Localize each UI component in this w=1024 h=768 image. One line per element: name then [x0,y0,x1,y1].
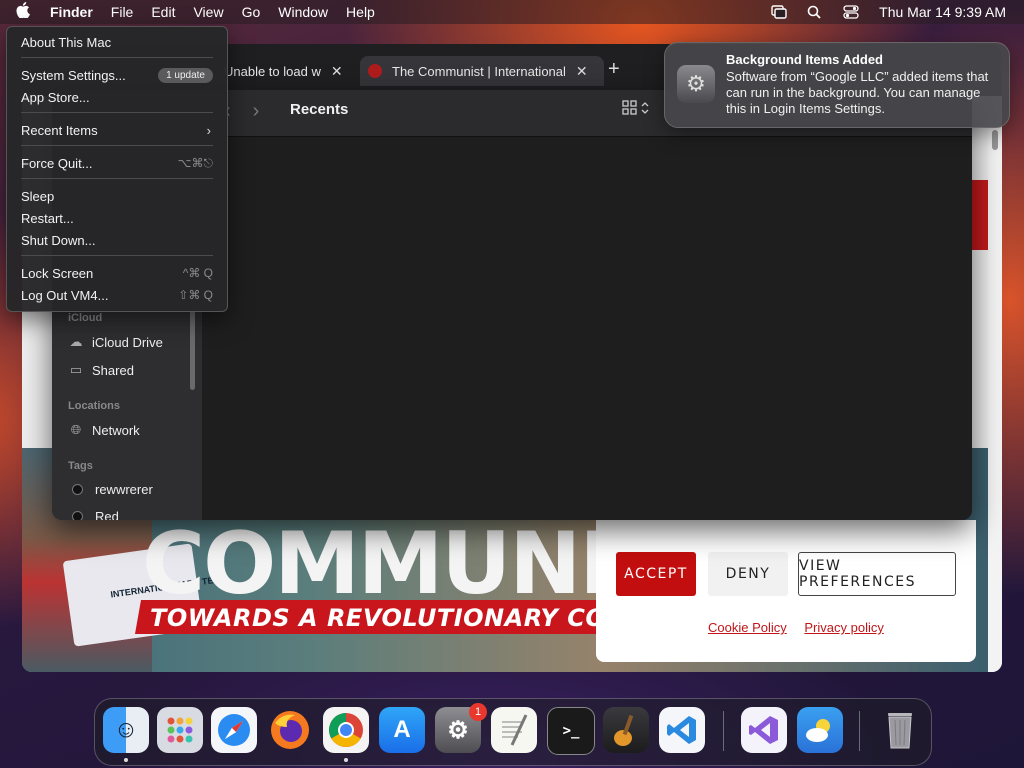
notification-body: Software from “Google LLC” added items t… [726,69,989,116]
site-header-strip [972,180,988,250]
garageband-dock-icon[interactable] [603,707,649,753]
menu-item-recent-items[interactable]: Recent Items › [21,120,213,140]
menu-edit[interactable]: Edit [151,4,175,20]
menu-window[interactable]: Window [278,4,328,20]
shortcut-hint: ⌥⌘⎋ [177,155,213,170]
shortcut-hint: ^⌘ Q [182,266,213,280]
sidebar-item-network[interactable]: 🌐︎ Network [68,422,140,438]
menu-app-name[interactable]: Finder [50,4,93,20]
menu-item-restart[interactable]: Restart... [21,208,213,228]
close-tab-icon[interactable]: ✕ [331,63,343,80]
trash-dock-icon[interactable] [877,707,923,753]
visual-studio-dock-icon[interactable] [741,707,787,753]
dock: ☺ A ⚙ 1 >_ [94,698,932,766]
cookie-policy-link[interactable]: Cookie Policy [708,620,787,635]
tab-title: Unable to load w [224,63,321,79]
terminal-dock-icon[interactable]: >_ [547,707,595,755]
chrome-dock-icon[interactable] [323,707,369,753]
privacy-policy-link[interactable]: Privacy policy [804,620,883,635]
menu-item-log-out[interactable]: Log Out VM4... ⇧⌘ Q [21,285,213,305]
menu-item-shut-down[interactable]: Shut Down... [21,230,213,250]
menu-file[interactable]: File [111,4,134,20]
sidebar-item-shared[interactable]: ▭ Shared [68,362,134,378]
finder-window-title: Recents [290,101,349,118]
sidebar-scrollbar[interactable] [190,310,195,390]
browser-tab[interactable]: Unable to load w ✕ [224,56,350,86]
shortcut-hint: ⇧⌘ Q [178,288,213,302]
menu-item-sleep[interactable]: Sleep [21,186,213,206]
system-settings-dock-icon[interactable]: ⚙ 1 [435,703,487,753]
globe-icon: 🌐︎ [70,422,82,437]
sidebar-header-tags: Tags [68,460,93,472]
system-settings-gear-icon: ⚙ [677,65,715,103]
menu-item-force-quit[interactable]: Force Quit... ⌥⌘⎋ [21,153,213,173]
launchpad-dock-icon[interactable] [157,707,203,753]
firefox-dock-icon[interactable] [267,707,313,753]
control-center-icon[interactable] [843,5,859,19]
menu-go[interactable]: Go [242,4,261,20]
finder-content-area[interactable] [202,137,972,520]
app-store-dock-icon[interactable]: A [379,707,425,753]
textedit-dock-icon[interactable] [491,707,537,753]
sidebar-item-tag[interactable]: rewwrerer [68,482,153,497]
tag-color-dot-icon [72,484,83,495]
shared-folder-icon: ▭ [69,362,83,377]
screen-mirroring-icon[interactable] [771,5,787,19]
deny-cookies-button[interactable]: DENY [708,552,788,596]
spotlight-search-icon[interactable] [807,5,823,19]
weather-dock-icon[interactable] [797,707,843,753]
tab-title: The Communist | International [392,63,566,79]
sidebar-header-icloud: iCloud [68,312,103,324]
menu-bar: Finder File Edit View Go Window Help Thu… [0,0,1024,24]
tag-color-dot-icon [72,511,83,520]
cookie-consent-dialog: ACCEPT DENY VIEW PREFERENCES Cookie Poli… [596,520,976,662]
poster-headline: COMMUNI [142,514,611,614]
menu-item-system-settings[interactable]: System Settings... 1 update [21,65,213,85]
menu-clock[interactable]: Thu Mar 14 9:39 AM [879,4,1006,20]
menu-help[interactable]: Help [346,4,375,20]
apple-logo-icon[interactable] [16,1,36,23]
chevron-right-icon: › [206,122,211,138]
menu-view[interactable]: View [193,4,223,20]
menu-item-about-this-mac[interactable]: About This Mac [21,32,213,52]
forward-arrow-icon[interactable]: › [253,100,260,122]
page-scrollbar[interactable] [988,130,1002,672]
sidebar-item-tag[interactable]: Red [68,509,119,520]
apple-menu: About This Mac System Settings... 1 upda… [6,26,228,312]
close-tab-icon[interactable]: ✕ [576,63,588,80]
cloud-icon: ☁ [69,334,83,349]
browser-tab-active[interactable]: The Communist | International ✕ [360,56,604,86]
safari-dock-icon[interactable] [211,707,257,753]
sidebar-header-locations: Locations [68,400,120,412]
accept-cookies-button[interactable]: ACCEPT [616,552,696,596]
view-options-icon[interactable] [622,100,652,121]
menu-item-app-store[interactable]: App Store... [21,87,213,107]
vscode-dock-icon[interactable] [659,707,705,753]
menu-item-lock-screen[interactable]: Lock Screen ^⌘ Q [21,263,213,283]
new-tab-icon[interactable]: + [608,58,620,81]
site-favicon-icon [368,64,382,78]
notification-badge: 1 [469,703,487,721]
update-badge: 1 update [158,67,213,83]
background-items-notification[interactable]: ⚙ Background Items Added Software from “… [664,42,1010,128]
sidebar-item-icloud-drive[interactable]: ☁ iCloud Drive [68,334,163,350]
finder-dock-icon[interactable]: ☺ [103,707,149,753]
notification-title: Background Items Added [726,52,883,67]
view-preferences-button[interactable]: VIEW PREFERENCES [798,552,956,596]
